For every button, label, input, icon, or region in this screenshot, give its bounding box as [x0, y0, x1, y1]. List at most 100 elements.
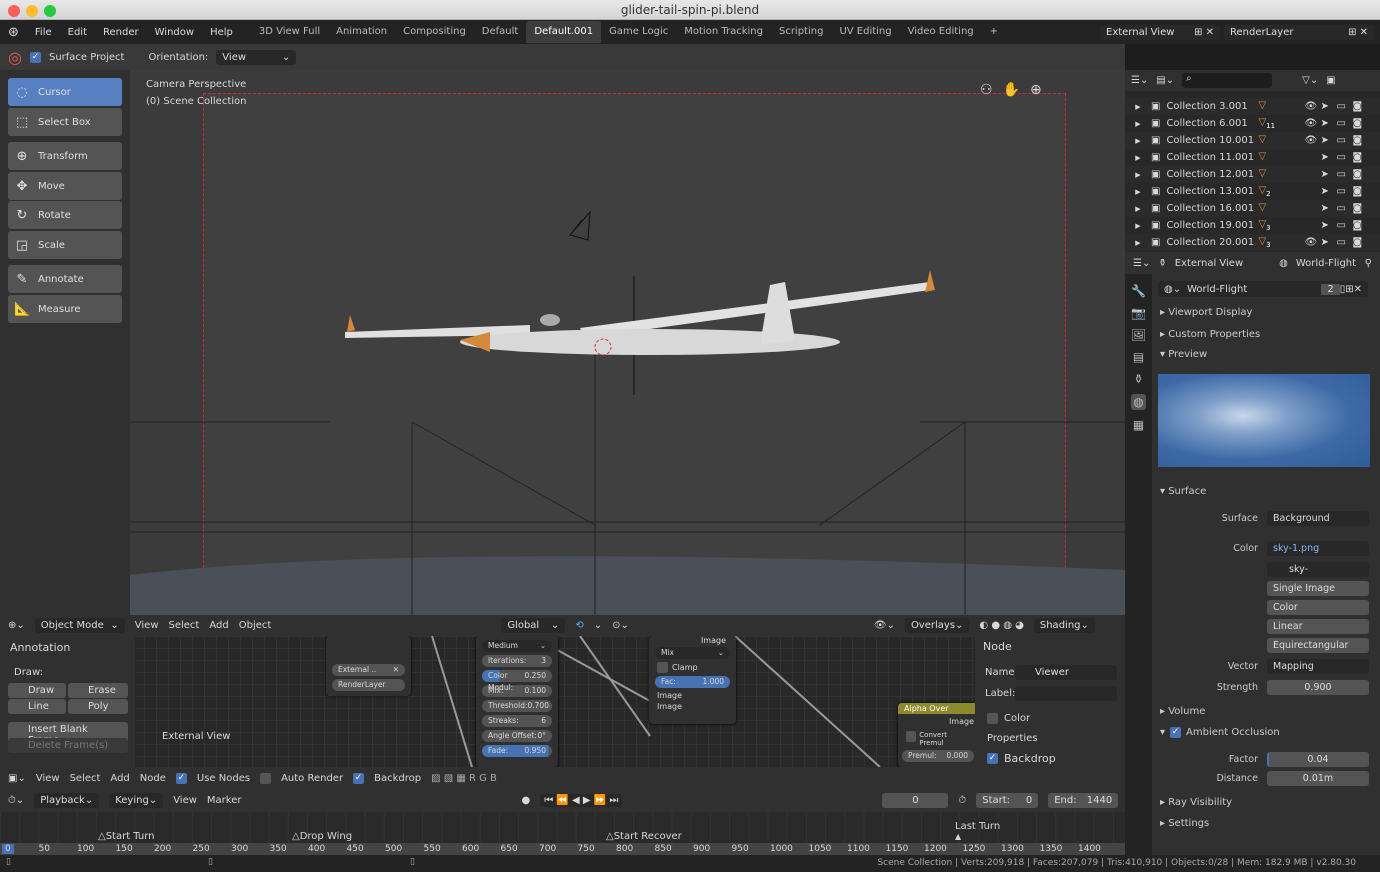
output-tab-icon[interactable]: 🖼 [1131, 328, 1146, 342]
tool-tab-icon[interactable]: 🔧 [1131, 284, 1146, 298]
node-panel-title[interactable]: Node [983, 640, 1012, 653]
threshold-field[interactable]: Threshold:0.700 [482, 700, 552, 712]
menu-view[interactable]: View [173, 795, 197, 806]
menu-object[interactable]: Object [239, 620, 272, 631]
mapping-type-dropdown[interactable]: Equirectangular [1267, 638, 1369, 653]
convert-premul-checkbox[interactable] [906, 731, 916, 742]
backdrop-checkbox[interactable]: ✓ [987, 753, 998, 764]
outliner-row[interactable]: ▶ ▣ Collection 10.001 ▽ 👁 ➤ ▭ ◙ [1125, 132, 1380, 149]
expand-arrow-icon[interactable]: ▶ [1125, 188, 1151, 196]
tab-compositing[interactable]: Compositing [395, 21, 474, 43]
scene-tab-icon[interactable]: ⚱ [1133, 372, 1143, 386]
tab-default-001[interactable]: Default.001 [526, 21, 601, 43]
tab-uv-editing[interactable]: UV Editing [831, 21, 899, 43]
ambient-occlusion-checkbox[interactable]: ✓ [1170, 727, 1181, 738]
expand-arrow-icon[interactable]: ▶ [1125, 103, 1151, 111]
view-layer-selector[interactable]: RenderLayer⊞ ✕ [1224, 25, 1374, 40]
backdrop-checkbox[interactable]: ✓ [353, 773, 364, 784]
auto-render-checkbox[interactable] [260, 773, 271, 784]
iterations-field[interactable]: Iterations:3 [482, 655, 552, 667]
editor-type-icon[interactable]: ⊕⌄ [8, 620, 25, 631]
marker-start-recover[interactable]: △Start Recover [606, 831, 682, 842]
menu-view[interactable]: View [135, 620, 159, 631]
expand-arrow-icon[interactable]: ▶ [1125, 154, 1151, 162]
fade-field[interactable]: Fade:0.950 [482, 745, 552, 757]
render-camera-icon[interactable]: ◙ [1352, 135, 1368, 146]
render-camera-icon[interactable]: ◙ [1352, 152, 1368, 163]
render-layers-node[interactable]: External ..✕ RenderLayer [326, 636, 411, 696]
viewport-monitor-icon[interactable]: ▭ [1336, 237, 1352, 248]
pan-hand-icon[interactable]: ✋ [1003, 82, 1020, 98]
menu-marker[interactable]: Marker [207, 795, 242, 806]
outliner-row[interactable]: ▶ ▣ Collection 6.001 ▽11 👁 ➤ ▭ ◙ [1125, 115, 1380, 132]
tab-default[interactable]: Default [474, 21, 527, 43]
tool-move[interactable]: ✥Move [8, 172, 122, 200]
viewport-monitor-icon[interactable]: ▭ [1336, 101, 1352, 112]
tool-cursor[interactable]: ◌Cursor [8, 78, 122, 106]
menu-help[interactable]: Help [202, 27, 241, 38]
expand-arrow-icon[interactable]: ▶ [1125, 171, 1151, 179]
compositor-node-editor[interactable]: External View External ..✕ RenderLayer M… [0, 636, 1125, 767]
expand-arrow-icon[interactable]: ▶ [1125, 137, 1151, 145]
render-tab-icon[interactable]: 📷 [1131, 306, 1146, 320]
ao-factor-field[interactable]: 0.04 [1267, 752, 1369, 767]
selectable-arrow-icon[interactable]: ➤ [1320, 135, 1336, 146]
editor-type-icon[interactable]: ☰⌄ [1133, 258, 1150, 269]
render-camera-icon[interactable]: ◙ [1352, 203, 1368, 214]
mix-field[interactable]: Mix:0.100 [482, 685, 552, 697]
outliner-row[interactable]: ▶ ▣ Collection 12.001 ▽ ➤ ▭ ◙ [1125, 166, 1380, 183]
world-datablock-selector[interactable]: ◍⌄ World-Flight 2 ▯⊞✕ [1158, 281, 1368, 297]
tool-measure[interactable]: 📐Measure [8, 295, 122, 323]
node-label-field[interactable] [1015, 686, 1117, 701]
render-camera-icon[interactable]: ◙ [1352, 169, 1368, 180]
playback-controls-icon[interactable]: ⏮ ⏪ ◀ ▶ ⏩ ⏭ [540, 794, 622, 807]
record-button[interactable]: ● [522, 795, 531, 806]
glare-node[interactable]: Medium⌄ Iterations:3 Color Modul:0.250 M… [476, 636, 558, 767]
alpha-over-node[interactable]: Alpha Over Image Convert Premul Premul:0… [898, 703, 978, 767]
annotation-panel-title[interactable]: Annotation [10, 641, 70, 654]
expand-arrow-icon[interactable]: ▶ [1125, 120, 1151, 128]
selectable-arrow-icon[interactable]: ➤ [1320, 203, 1336, 214]
display-mode-icon[interactable]: ▤⌄ [1156, 75, 1174, 86]
eye-icon[interactable]: 👁 [1304, 101, 1320, 112]
menu-select[interactable]: Select [70, 773, 101, 784]
marker-drop-wing[interactable]: △Drop Wing [292, 831, 352, 842]
filter-icon[interactable]: ▽⌄ [1302, 75, 1318, 86]
viewport-monitor-icon[interactable]: ▭ [1336, 220, 1352, 231]
viewport-monitor-icon[interactable]: ▭ [1336, 169, 1352, 180]
expand-arrow-icon[interactable]: ▶ [1125, 239, 1151, 247]
settings-panel[interactable]: ▸ Settings [1160, 818, 1209, 829]
menu-file[interactable]: File [27, 27, 60, 38]
node-name-field[interactable]: Viewer [1015, 665, 1117, 680]
strength-field[interactable]: 0.900 [1267, 680, 1369, 695]
blender-logo-icon[interactable]: ⊛ [0, 25, 27, 40]
render-camera-icon[interactable]: ◙ [1352, 220, 1368, 231]
world-tab-icon[interactable]: ◍ [1131, 394, 1145, 410]
clock-icon[interactable]: ⏱⌄ [8, 795, 24, 806]
color-checkbox[interactable] [987, 713, 998, 724]
render-camera-icon[interactable]: ◙ [1352, 118, 1368, 129]
render-camera-icon[interactable]: ◙ [1352, 186, 1368, 197]
outliner-row[interactable]: ▶ ▣ Collection 3.001 ▽ 👁 ➤ ▭ ◙ [1125, 98, 1380, 115]
3d-viewport[interactable]: Camera Perspective (0) Scene Collection … [130, 70, 1125, 615]
tab-scripting[interactable]: Scripting [771, 21, 831, 43]
image-datablock-field[interactable]: sky- [1267, 562, 1369, 577]
selectable-arrow-icon[interactable]: ➤ [1320, 169, 1336, 180]
snap-icon[interactable]: ⌄ [594, 620, 602, 631]
streaks-field[interactable]: Streaks:6 [482, 715, 552, 727]
scene-selector[interactable]: External View⊞ ✕ [1100, 25, 1220, 40]
outliner-row[interactable]: ▶ ▣ Collection 11.001 ▽ ➤ ▭ ◙ [1125, 149, 1380, 166]
fac-field[interactable]: Fac:1.000 [655, 676, 730, 688]
clamp-checkbox[interactable] [657, 662, 668, 673]
viewport-monitor-icon[interactable]: ▭ [1336, 203, 1352, 214]
channel-buttons-icon[interactable]: ▨ ▧ ▦ R G B [431, 773, 497, 784]
surface-project-checkbox[interactable]: ✓ [30, 52, 41, 63]
viewport-monitor-icon[interactable]: ▭ [1336, 152, 1352, 163]
overlays-dropdown[interactable]: Overlays⌄ [905, 618, 969, 633]
tab-animation[interactable]: Animation [328, 21, 395, 43]
marker-last-turn[interactable]: Last Turn▲ [955, 821, 1000, 841]
erase-button[interactable]: Erase [68, 683, 128, 698]
selectable-arrow-icon[interactable]: ➤ [1320, 118, 1336, 129]
custom-properties-panel[interactable]: ▸ Custom Properties [1160, 329, 1260, 340]
maximize-window-button[interactable] [44, 5, 56, 17]
